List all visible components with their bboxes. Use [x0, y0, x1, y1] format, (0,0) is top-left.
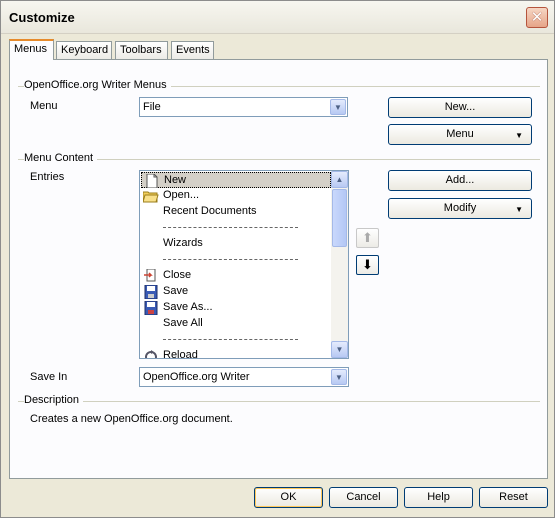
scrollbar-thumb[interactable]: [332, 189, 347, 247]
list-item-close[interactable]: Close: [141, 268, 331, 284]
list-item-reload[interactable]: Reload: [141, 348, 331, 359]
separator-line: [163, 227, 298, 228]
list-item-save[interactable]: Save: [141, 284, 331, 300]
close-document-icon: [144, 269, 156, 282]
menu-button-label: Menu: [446, 128, 474, 140]
separator-line: [163, 339, 298, 340]
list-item-new[interactable]: New: [141, 172, 331, 188]
modify-dropdown-button[interactable]: Modify ▼: [388, 198, 532, 219]
list-item-label: Open...: [163, 189, 200, 201]
reload-icon: [145, 350, 157, 358]
save-in-label: Save In: [30, 371, 68, 383]
tab-events[interactable]: Events: [171, 41, 214, 59]
tab-toolbars[interactable]: Toolbars: [115, 41, 168, 59]
scroll-down-icon[interactable]: ▼: [331, 341, 348, 358]
move-up-button[interactable]: ⬆: [356, 228, 379, 248]
list-item-label: Save: [163, 285, 189, 297]
dropdown-triangle-icon: ▼: [515, 205, 523, 214]
chevron-down-icon[interactable]: ▼: [331, 369, 347, 385]
list-item-recent-documents[interactable]: Recent Documents: [141, 204, 331, 220]
close-button[interactable]: ✕: [526, 7, 548, 28]
list-item-label: Close: [163, 269, 192, 281]
add-entry-button[interactable]: Add...: [388, 170, 532, 191]
list-item-save-as[interactable]: Save As...: [141, 300, 331, 316]
section-divider: [18, 401, 540, 402]
list-item-label: Save As...: [163, 301, 213, 313]
ok-button[interactable]: OK: [254, 487, 323, 508]
dialog-footer: OK Cancel Help Reset: [1, 479, 554, 517]
separator-line: [163, 259, 298, 260]
arrow-up-icon: ⬆: [362, 230, 373, 245]
list-item-label: New: [164, 174, 187, 186]
open-folder-icon: [143, 191, 159, 203]
list-item-label: Recent Documents: [163, 205, 257, 217]
close-icon: ✕: [530, 9, 544, 26]
menu-label: Menu: [30, 100, 58, 112]
title-bar: Customize ✕: [1, 1, 554, 34]
window-title: Customize: [9, 10, 75, 25]
chevron-down-icon[interactable]: ▼: [330, 99, 346, 115]
list-item-wizards[interactable]: Wizards: [141, 236, 331, 252]
cancel-button[interactable]: Cancel: [329, 487, 398, 508]
list-item-label: Wizards: [163, 237, 203, 249]
list-item-separator[interactable]: [141, 332, 331, 348]
entries-label: Entries: [30, 171, 65, 183]
tab-panel-menus: OpenOffice.org Writer Menus Menu File ▼ …: [9, 59, 548, 479]
menu-select[interactable]: File ▼: [139, 97, 348, 117]
list-item-save-all[interactable]: Save All: [141, 316, 331, 332]
dropdown-triangle-icon: ▼: [515, 131, 523, 140]
help-button[interactable]: Help: [404, 487, 473, 508]
section-heading-menus: OpenOffice.org Writer Menus: [24, 79, 171, 91]
description-text: Creates a new OpenOffice.org document.: [30, 413, 233, 425]
section-heading-menu-content: Menu Content: [24, 152, 98, 164]
menu-dropdown-button[interactable]: Menu ▼: [388, 124, 532, 145]
new-document-icon: [146, 174, 158, 188]
reset-button[interactable]: Reset: [479, 487, 548, 508]
new-menu-button[interactable]: New...: [388, 97, 532, 118]
list-item-separator[interactable]: [141, 252, 331, 268]
modify-button-label: Modify: [443, 202, 477, 214]
list-item-open[interactable]: Open...: [141, 188, 331, 204]
save-in-select[interactable]: OpenOffice.org Writer ▼: [139, 367, 349, 387]
save-in-value: OpenOffice.org Writer: [143, 371, 250, 383]
arrow-down-icon: ⬇: [362, 257, 373, 272]
move-down-button[interactable]: ⬇: [356, 255, 379, 275]
customize-dialog: Customize ✕ Menus Keyboard Toolbars Even…: [0, 0, 555, 518]
menu-select-value: File: [143, 101, 161, 113]
list-item-label: Reload: [163, 349, 198, 359]
list-item-separator[interactable]: [141, 220, 331, 236]
list-item-label: Save All: [163, 317, 203, 329]
entries-scrollbar[interactable]: ▲ ▼: [331, 171, 348, 358]
entries-list[interactable]: New Open... Recent Documents Wizards Clo…: [139, 170, 349, 359]
save-as-icon: [144, 301, 158, 315]
section-heading-description: Description: [24, 394, 84, 406]
tab-keyboard[interactable]: Keyboard: [56, 41, 112, 59]
tab-menus[interactable]: Menus: [9, 39, 54, 60]
scroll-up-icon[interactable]: ▲: [331, 171, 348, 188]
save-icon: [144, 285, 158, 299]
